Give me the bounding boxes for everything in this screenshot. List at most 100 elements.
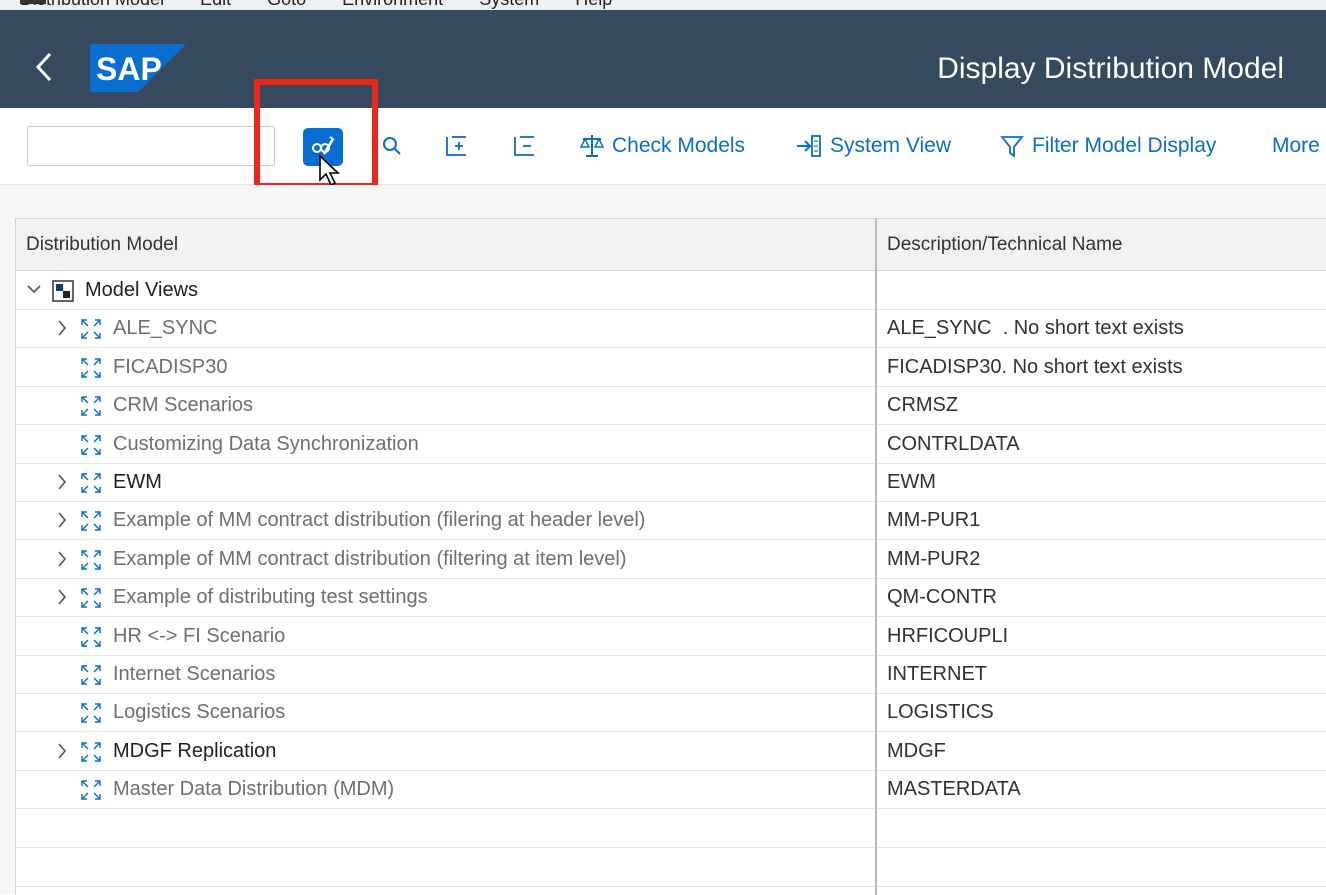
tree-node-label: Example of MM contract distribution (fil…	[113, 547, 627, 570]
tree-row[interactable]: ALE_SYNC ALE_SYNC . No short text exists	[16, 309, 1326, 349]
system-view-label: System View	[830, 134, 951, 157]
sap-logo: SAP	[90, 44, 186, 92]
tree-node-desc: EWM	[887, 471, 936, 493]
empty-row	[16, 809, 1326, 848]
expand-chevron-icon[interactable]	[54, 309, 70, 347]
mouse-cursor-icon	[319, 154, 341, 187]
model-view-icon	[80, 434, 102, 456]
tree-node-desc: INTERNET	[887, 663, 987, 685]
expand-tree-icon	[446, 136, 466, 156]
expand-chevron-icon[interactable]	[54, 578, 70, 616]
tree-node-label: Internet Scenarios	[113, 663, 276, 685]
toolbar: ⌄ Check Models System View Filter Model …	[0, 108, 1326, 185]
tree-row[interactable]: Example of MM contract distribution (fil…	[16, 540, 1326, 579]
tree-row[interactable]: FICADISP30 FICADISP30. No short text exis…	[16, 348, 1326, 387]
tree-row[interactable]: MDGF Replication MDGF	[16, 732, 1326, 771]
model-view-icon	[80, 510, 102, 532]
tree-row[interactable]: Internet Scenarios INTERNET	[16, 655, 1326, 694]
tree-header: Distribution Model Description/Technical…	[16, 219, 1326, 271]
tree-node-label: Model Views	[85, 279, 199, 301]
tree-node-desc: LOGISTICS	[887, 701, 994, 724]
tree-row[interactable]: Logistics Scenarios LOGISTICS	[16, 693, 1326, 733]
check-models-label: Check Models	[612, 134, 746, 157]
column-separator[interactable]	[875, 219, 877, 895]
model-view-icon	[80, 626, 102, 648]
tree-node-desc: MASTERDATA	[887, 778, 1021, 801]
page-title: Display Distribution Model	[937, 52, 1284, 85]
tree-node-label: HR <-> FI Scenario	[113, 624, 286, 647]
tree-row-model-views[interactable]: Model Views	[16, 271, 1326, 310]
expand-chevron-icon[interactable]	[54, 463, 70, 501]
filter-model-display-label: Filter Model Display	[1032, 134, 1217, 157]
menu-bar: Distribution Model Edit Goto Environment…	[0, 0, 1326, 30]
tree-node-label: ALE_SYNC	[113, 317, 218, 340]
find-button[interactable]	[380, 126, 404, 166]
command-combo[interactable]: ⌄	[27, 126, 275, 166]
collapse-chevron-icon[interactable]	[26, 271, 42, 309]
model-view-icon	[80, 664, 102, 686]
chevron-down-icon[interactable]: ⌄	[251, 136, 264, 156]
tree-row[interactable]: Example of MM contract distribution (fil…	[16, 501, 1326, 541]
expand-chevron-icon[interactable]	[54, 540, 70, 578]
menu-divider	[0, 10, 1326, 30]
tree-node-label: CRM Scenarios	[113, 394, 254, 417]
tree-node-desc: MDGF	[887, 739, 946, 762]
model-view-icon	[80, 779, 102, 801]
tree-row[interactable]: CRM Scenarios CRMSZ	[16, 386, 1326, 426]
model-view-icon	[80, 587, 102, 609]
tree-node-label: FICADISP30	[113, 355, 228, 378]
model-view-icon	[80, 472, 102, 494]
expand-chevron-icon[interactable]	[54, 732, 70, 770]
filter-model-display-button[interactable]: Filter Model Display	[1000, 126, 1216, 166]
more-button[interactable]: More	[1272, 126, 1320, 166]
model-view-icon	[80, 318, 102, 340]
hamburger-icon[interactable]	[20, 0, 46, 4]
expand-chevron-icon[interactable]	[54, 501, 70, 539]
expand-all-button[interactable]	[444, 126, 470, 166]
balance-scale-icon	[580, 135, 604, 157]
model-view-icon	[80, 395, 102, 417]
tree-node-desc: MM-PUR2	[887, 547, 981, 570]
tree-node-label: Master Data Distribution (MDM)	[113, 778, 395, 801]
tree-node-desc: CONTRLDATA	[887, 432, 1020, 455]
tree-node-desc: HRFICOUPLI	[887, 624, 1009, 647]
tree-node-desc: MM-PUR1	[887, 509, 981, 532]
collapse-all-button[interactable]	[512, 126, 538, 166]
shell-header: SAP Display Distribution Model	[0, 30, 1326, 108]
menu-goto[interactable]: Goto	[267, 0, 306, 10]
menu-help[interactable]: Help	[575, 0, 612, 10]
chevron-left-icon	[35, 52, 52, 82]
empty-row	[16, 848, 1326, 887]
menu-environment[interactable]: Environment	[342, 0, 443, 10]
system-view-button[interactable]: System View	[796, 126, 951, 166]
tree-row[interactable]: Example of distributing test settings QM-…	[16, 578, 1326, 618]
menu-items: Distribution Model Edit Goto Environment…	[20, 0, 612, 10]
tree-node-desc: QM-CONTR	[887, 586, 997, 609]
tree-row[interactable]: Master Data Distribution (MDM) MASTERDATA	[16, 770, 1326, 810]
back-button[interactable]	[34, 46, 54, 93]
menu-system[interactable]: System	[479, 0, 539, 10]
collapse-tree-icon	[514, 136, 534, 156]
tree-row[interactable]: HR <-> FI Scenario HRFICOUPLI	[16, 617, 1326, 656]
import-arrow-icon	[797, 135, 821, 157]
model-view-icon	[80, 702, 102, 724]
tree-node-label: Example of MM contract distribution (fil…	[113, 509, 646, 532]
tree-row[interactable]: EWM EWM	[16, 463, 1326, 502]
model-view-icon	[80, 741, 102, 763]
filter-icon	[1000, 136, 1024, 158]
column-header-distribution-model[interactable]: Distribution Model	[26, 234, 178, 256]
tree-node-label: Customizing Data Synchronization	[113, 432, 419, 455]
tree-node-desc: FICADISP30. No short text exists	[887, 355, 1183, 378]
tree-node-label: Example of distributing test settings	[113, 586, 428, 609]
more-label: More	[1272, 134, 1320, 157]
distribution-model-tree: Distribution Model Description/Technical…	[15, 218, 1326, 895]
tree-row[interactable]: Customizing Data Synchronization CONTRLDA…	[16, 425, 1326, 464]
model-views-folder-icon	[52, 280, 74, 302]
tree-node-label: Logistics Scenarios	[113, 701, 286, 724]
model-view-icon	[80, 549, 102, 571]
check-models-button[interactable]: Check Models	[580, 126, 745, 166]
model-view-icon	[80, 357, 102, 379]
content-area: Distribution Model Description/Technical…	[0, 185, 1326, 895]
column-header-description[interactable]: Description/Technical Name	[887, 234, 1123, 256]
menu-edit[interactable]: Edit	[200, 0, 231, 10]
